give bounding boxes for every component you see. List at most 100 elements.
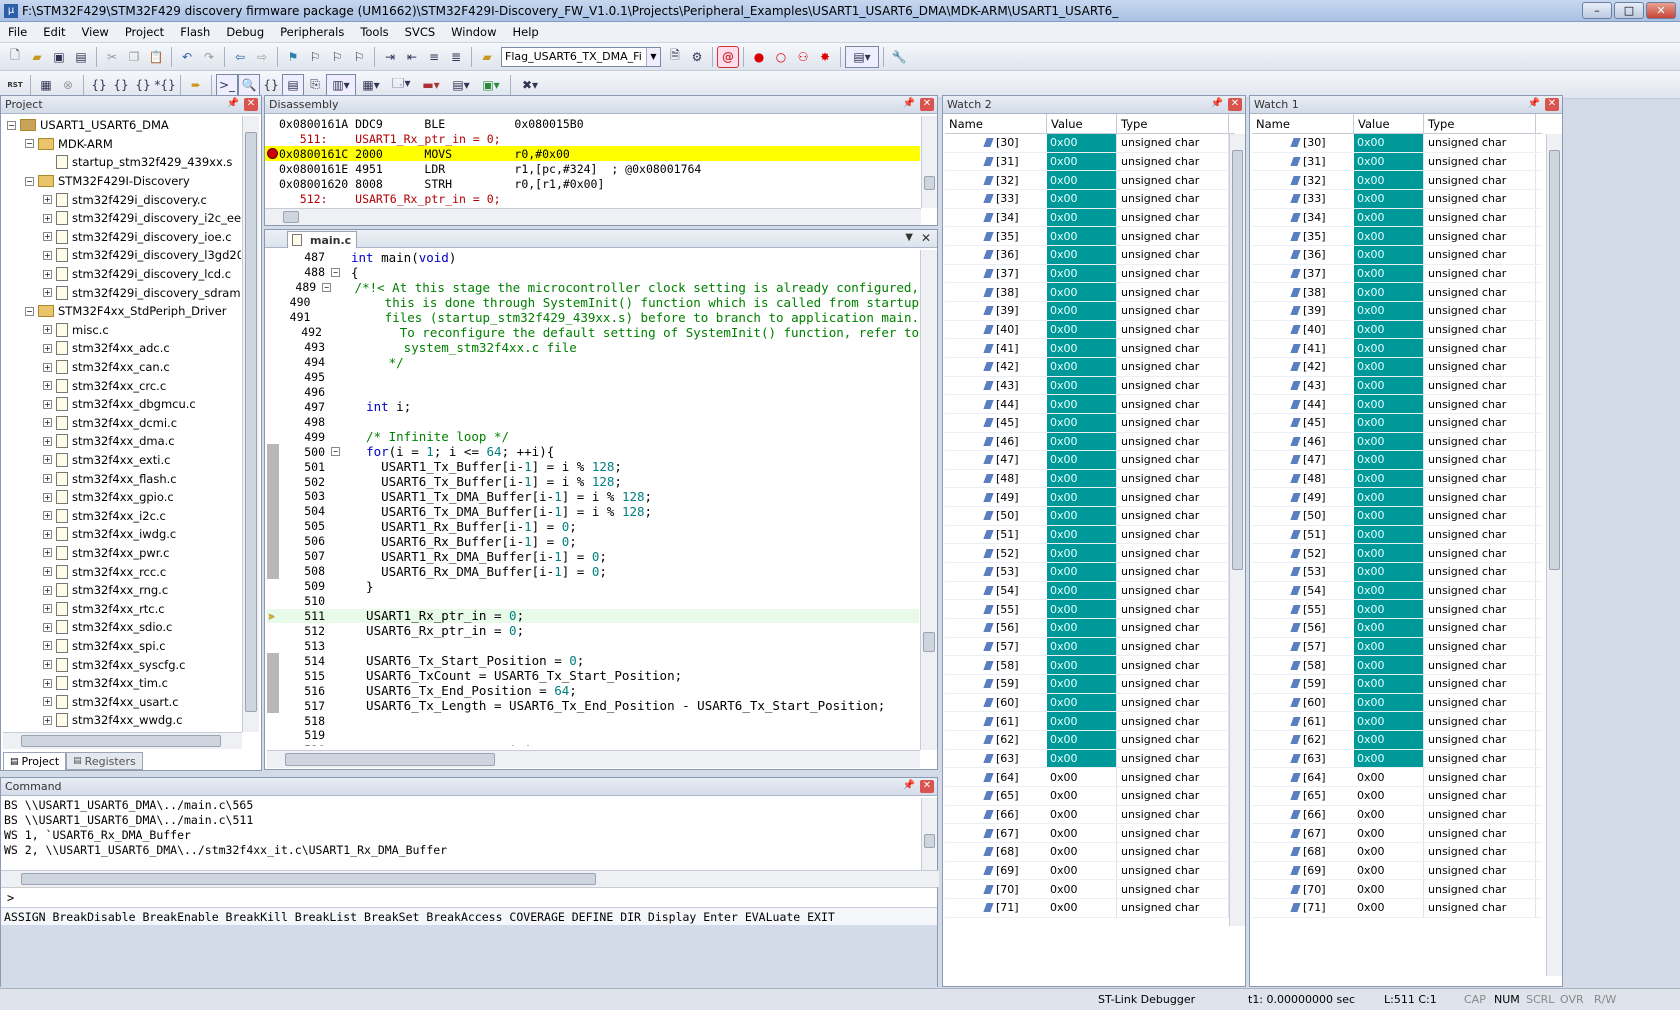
watch-value[interactable]: 0x00 xyxy=(1047,189,1117,208)
minimize-button[interactable]: – xyxy=(1582,2,1612,19)
watch-value[interactable]: 0x00 xyxy=(1354,469,1424,488)
watch-value[interactable]: 0x00 xyxy=(1354,488,1424,507)
watch-value[interactable]: 0x00 xyxy=(1354,507,1424,525)
column-header-value[interactable]: Value xyxy=(1354,114,1424,133)
watch-row[interactable]: [54] 0x00 unsigned char xyxy=(945,581,1235,601)
watch-row[interactable]: [30] 0x00 unsigned char xyxy=(1252,134,1542,153)
watch-row[interactable]: [57] 0x00 unsigned char xyxy=(945,637,1235,657)
symbols-window-button[interactable]: {} xyxy=(260,74,282,96)
tree-file[interactable]: + stm32f4xx_crc.c xyxy=(3,376,241,395)
trace-windows-button[interactable]: ▤▾ xyxy=(446,74,476,96)
command-hscroll[interactable] xyxy=(1,870,939,887)
paste-button[interactable]: 📋 xyxy=(145,46,167,68)
watch-row[interactable]: [48] 0x00 unsigned char xyxy=(945,469,1235,489)
toolbox-button[interactable]: ✖▾ xyxy=(515,74,545,96)
watch-row[interactable]: [45] 0x00 unsigned char xyxy=(945,413,1235,433)
watch-row[interactable]: [34] 0x00 unsigned char xyxy=(945,208,1235,228)
cut-button[interactable]: ✂ xyxy=(101,46,123,68)
watch-value[interactable]: 0x00 xyxy=(1047,339,1117,357)
menu-svcs[interactable]: SVCS xyxy=(397,25,444,39)
menu-help[interactable]: Help xyxy=(505,25,547,39)
system-viewer-button[interactable]: ▣▾ xyxy=(476,74,506,96)
expand-icon[interactable]: + xyxy=(43,697,52,707)
watch-row[interactable]: [50] 0x00 unsigned char xyxy=(1252,507,1542,526)
tree-file[interactable]: + stm32f4xx_syscfg.c xyxy=(3,655,241,674)
watch-value[interactable]: 0x00 xyxy=(1047,152,1117,171)
expand-icon[interactable]: + xyxy=(43,641,52,651)
serial-windows-button[interactable]: 🗔▾ xyxy=(386,74,416,96)
close-button[interactable]: ✕ xyxy=(1646,2,1676,19)
expand-icon[interactable]: + xyxy=(43,715,52,725)
nav-forward-button[interactable]: ⇨ xyxy=(251,46,273,68)
code-line[interactable]: 508 USART6_Rx_DMA_Buffer[i-1] = 0; xyxy=(267,564,919,579)
code-line[interactable]: 496 xyxy=(267,384,919,399)
watch-value[interactable]: 0x00 xyxy=(1354,749,1424,768)
watch-value[interactable]: 0x00 xyxy=(1047,208,1117,227)
expand-icon[interactable]: + xyxy=(43,660,52,670)
maximize-button[interactable]: □ xyxy=(1614,2,1644,19)
scroll-thumb[interactable] xyxy=(924,834,935,848)
watch-row[interactable]: [43] 0x00 unsigned char xyxy=(945,376,1235,396)
collapse-icon[interactable]: − xyxy=(25,176,34,186)
watch-value[interactable]: 0x00 xyxy=(1354,264,1424,283)
menu-edit[interactable]: Edit xyxy=(35,25,73,39)
watch-value[interactable]: 0x00 xyxy=(1047,413,1117,432)
reset-button[interactable]: RST xyxy=(4,74,26,96)
pin-icon[interactable]: 📌 xyxy=(1211,98,1223,109)
expand-icon[interactable]: + xyxy=(43,362,52,372)
expand-icon[interactable]: + xyxy=(43,325,52,335)
tree-file[interactable]: + stm32f4xx_rtc.c xyxy=(3,599,241,618)
watch-value[interactable]: 0x00 xyxy=(1047,675,1117,693)
watch-row[interactable]: [65] 0x00 unsigned char xyxy=(945,786,1235,806)
expand-icon[interactable]: + xyxy=(43,343,52,353)
watch-value[interactable]: 0x00 xyxy=(1047,880,1117,898)
comment-button[interactable]: ≡ xyxy=(423,46,445,68)
scroll-thumb[interactable] xyxy=(1549,150,1560,570)
close-icon[interactable]: ✕ xyxy=(1545,98,1559,111)
watch-value[interactable]: 0x00 xyxy=(1047,898,1117,917)
expand-icon[interactable]: + xyxy=(43,399,52,409)
code-line[interactable]: 498 xyxy=(267,414,919,429)
watch-row[interactable]: [35] 0x00 unsigned char xyxy=(1252,227,1542,246)
watch-value[interactable]: 0x00 xyxy=(1047,693,1117,712)
code-line[interactable]: 495 xyxy=(267,370,919,385)
scroll-thumb[interactable] xyxy=(923,632,935,652)
watch-value[interactable]: 0x00 xyxy=(1047,171,1117,189)
watch-value[interactable]: 0x00 xyxy=(1047,227,1117,245)
watch-value[interactable]: 0x00 xyxy=(1047,525,1117,544)
open-button[interactable]: ▰ xyxy=(26,46,48,68)
tree-file[interactable]: + stm32f4xx_wwdg.c xyxy=(3,711,241,728)
watch-value[interactable]: 0x00 xyxy=(1354,619,1424,637)
tree-file[interactable]: + stm32f4xx_tim.c xyxy=(3,674,241,693)
find-in-files-button[interactable]: ▰ xyxy=(476,46,498,68)
code-line[interactable]: 509 } xyxy=(267,579,919,594)
watch-value[interactable]: 0x00 xyxy=(1354,880,1424,898)
tree-file[interactable]: + stm32f4xx_dma.c xyxy=(3,432,241,451)
watch-row[interactable]: [36] 0x00 unsigned char xyxy=(1252,245,1542,265)
watch-value[interactable]: 0x00 xyxy=(1047,451,1117,469)
tree-file[interactable]: startup_stm32f429_439xx.s xyxy=(3,153,241,172)
tree-file[interactable]: + stm32f4xx_sdio.c xyxy=(3,618,241,637)
tree-root[interactable]: − USART1_USART6_DMA xyxy=(3,116,241,135)
watch-value[interactable]: 0x00 xyxy=(1047,301,1117,320)
watch-value[interactable]: 0x00 xyxy=(1354,451,1424,469)
watch-row[interactable]: [68] 0x00 unsigned char xyxy=(1252,842,1542,862)
watch-value[interactable]: 0x00 xyxy=(1047,357,1117,376)
menu-debug[interactable]: Debug xyxy=(218,25,272,39)
disassembly-line[interactable]: 511: USART1_Rx_ptr_in = 0; xyxy=(265,131,920,146)
code-line[interactable]: 513 xyxy=(267,638,919,653)
redo-button[interactable]: ↷ xyxy=(198,46,220,68)
code-line[interactable]: 502 USART6_Tx_Buffer[i-1] = i % 128; xyxy=(267,474,919,489)
code-line[interactable]: 491 files (startup_stm32f429_439xx.s) be… xyxy=(267,310,919,325)
watch-value[interactable]: 0x00 xyxy=(1354,245,1424,264)
watch-value[interactable]: 0x00 xyxy=(1047,432,1117,451)
watch-row[interactable]: [46] 0x00 unsigned char xyxy=(945,432,1235,452)
registers-window-button[interactable]: ▤ xyxy=(282,73,304,96)
disassembly-vscroll[interactable] xyxy=(921,116,937,208)
disassembly-line[interactable]: 0x0800161A DDC9 BLE 0x080015B0 xyxy=(265,116,920,131)
watch-row[interactable]: [70] 0x00 unsigned char xyxy=(1252,880,1542,899)
watch-row[interactable]: [67] 0x00 unsigned char xyxy=(1252,824,1542,843)
scroll-thumb[interactable] xyxy=(245,132,257,712)
code-line[interactable]: 514 USART6_Tx_Start_Position = 0; xyxy=(267,653,919,668)
watch-row[interactable]: [40] 0x00 unsigned char xyxy=(1252,320,1542,340)
